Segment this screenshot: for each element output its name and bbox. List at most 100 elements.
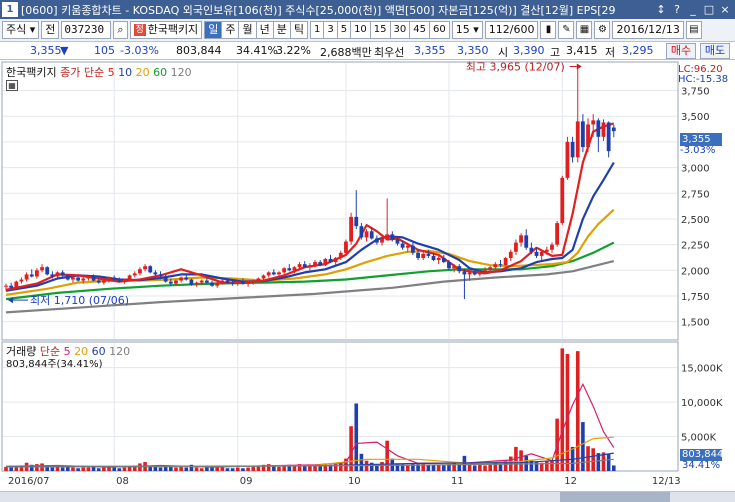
sell-button[interactable]: 매도 [700,43,730,59]
count-field[interactable]: 112/600 [484,21,539,39]
candle-body [29,274,34,277]
chart-canvas[interactable]: 1,5001,7502,0002,2502,5002,7503,0003,250… [0,60,735,502]
chart-area[interactable]: 1,5001,7502,0002,2502,5002,7503,0003,250… [0,60,735,502]
volume-bar [215,467,219,471]
volume-bar [457,464,462,471]
table-icon[interactable]: ▦ [6,80,18,91]
date-field[interactable]: 2016/12/13 [612,21,684,39]
candle-body [483,270,487,272]
interval-15[interactable]: 15 [370,21,391,39]
date-tick-label: 08 [116,476,129,487]
volume-bar [60,467,65,471]
tab-year[interactable]: 년 [256,21,274,39]
candle-body [241,281,245,284]
volume-bar [184,467,189,471]
low-label: 저 [605,46,616,59]
candle-body [189,279,194,285]
volume-bar [431,465,436,471]
gear-icon[interactable]: ⚙ [594,21,611,39]
market-type-label: 주식 [6,23,27,36]
candle-body [421,253,426,258]
tab-minute[interactable]: 분 [273,21,291,39]
volume-bar [550,459,554,471]
price-legend: 한국팩키지 종가 단순 5 10 20 60 120 [6,64,192,80]
candle-body [96,280,101,283]
interval-select[interactable]: 15 ▾ [451,21,483,39]
volume-bar [318,466,322,471]
candle-body [369,231,374,239]
buy-button[interactable]: 매수 [666,43,696,59]
candle-body [199,280,204,283]
candle-body [354,216,359,227]
interval-value: 15 [455,23,470,36]
volume-tick-label: 10,000K [681,398,723,409]
volume-bar [426,464,431,471]
tab-week[interactable]: 주 [222,21,240,39]
candle-body [452,266,457,269]
volume-bar [199,468,204,471]
tab-month[interactable]: 월 [239,21,257,39]
candle-body [292,267,297,271]
candle-body [333,257,338,263]
help-icon[interactable]: ? [670,3,684,17]
candle-body [225,280,230,283]
chart-scrollbar[interactable] [0,491,735,502]
candle-body [24,274,29,280]
candle-body [565,141,570,178]
interval-3[interactable]: 3 [324,21,338,39]
stock-name-field[interactable]: 정 한국팩키지 [129,21,203,39]
volume-bar [385,440,389,471]
volume-bar [246,467,250,471]
price-tick-label: 1,500 [681,318,710,329]
interval-5[interactable]: 5 [337,21,352,39]
interval-1[interactable]: 1 [309,21,325,39]
stock-code-input[interactable]: 037230 [61,21,112,39]
bar-chart-icon[interactable]: ▮ [540,21,557,39]
volume-bar [380,462,384,471]
price-tick-label: 3,500 [681,112,710,123]
candle-body [390,234,395,240]
calendar-icon[interactable]: ▤ [685,21,702,39]
volume-bar [55,466,60,471]
candle-body [374,238,379,243]
volume-bar [102,467,106,471]
candle-body [4,285,8,287]
interval-45[interactable]: 45 [410,21,430,39]
candle-body [570,141,575,158]
candle-body [132,273,137,276]
link-icon[interactable]: ↕ [654,3,668,17]
interval-60[interactable]: 60 [430,21,450,39]
volume-bar [71,467,75,471]
current-price-pct: -3.03% [680,145,716,156]
candle-body [112,277,117,280]
grid-icon[interactable]: ▦ [576,21,593,39]
tab-tick[interactable]: 틱 [290,21,308,39]
candle-body [65,275,70,280]
tab-day[interactable]: 일 [204,21,223,39]
minimize-button[interactable]: _ [686,3,700,17]
search-icon[interactable]: ⌕ [113,21,128,39]
volume-bar [96,468,101,471]
date-tick-label: 2016/07 [8,476,50,487]
volume-bar [220,467,225,471]
close-button[interactable]: × [718,3,732,17]
volume-bar [230,468,235,471]
best-bid: 3,350 [457,44,489,57]
candle-body [14,281,19,288]
maximize-button[interactable]: □ [702,3,716,17]
all-button[interactable]: 전 [41,21,60,39]
interval-10[interactable]: 10 [351,21,371,39]
turnover-pct: 3.22% [276,44,311,57]
market-type-select[interactable]: 주식 ▾ [2,21,40,39]
volume-bar [179,466,183,471]
interval-30[interactable]: 30 [390,21,411,39]
scrollbar-thumb[interactable] [560,492,670,502]
volume-bar [158,467,163,471]
chart-tools-icon[interactable]: ✎ [558,21,575,39]
stock-badge-icon: 정 [133,24,146,36]
candle-body [318,262,323,266]
volume-bar [359,453,364,471]
candle-body [503,257,508,266]
volume-bar [483,465,487,471]
candle-body [447,262,451,269]
